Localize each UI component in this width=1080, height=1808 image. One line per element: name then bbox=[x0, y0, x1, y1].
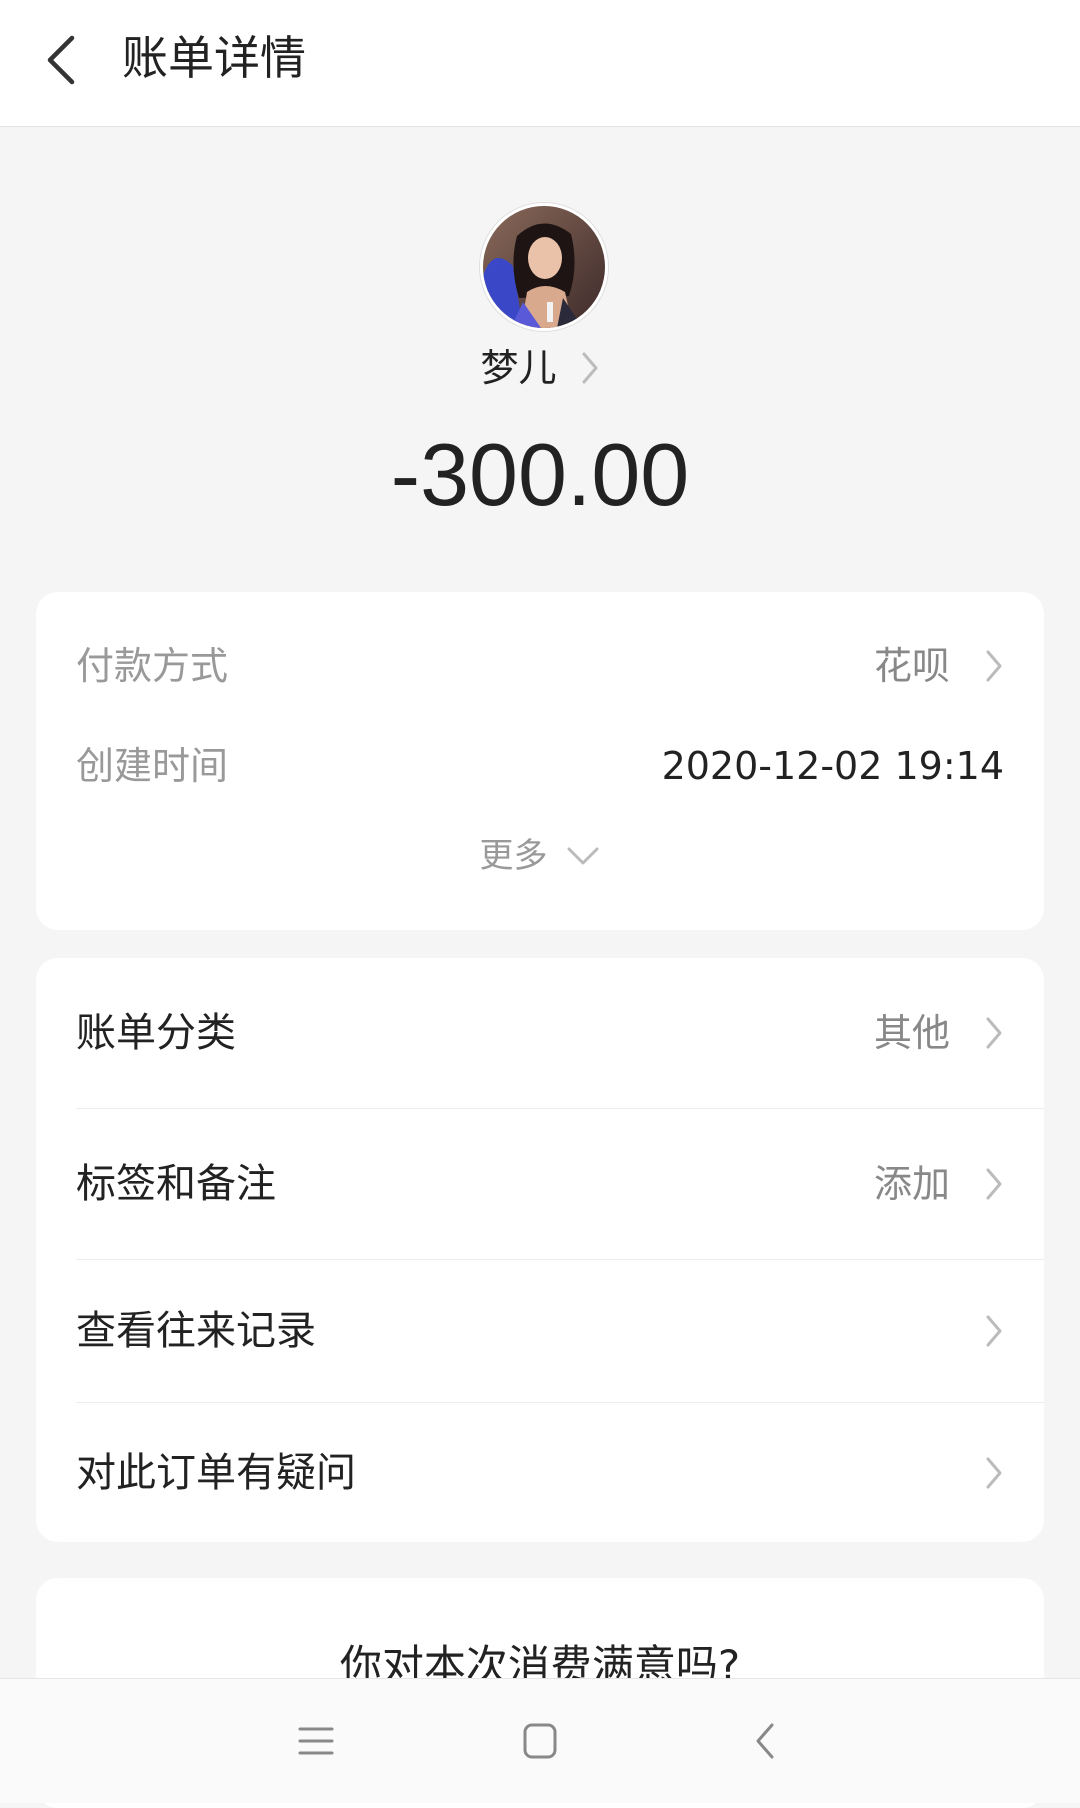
back-button[interactable] bbox=[36, 24, 92, 96]
chevron-left-icon bbox=[47, 35, 75, 85]
back-triangle-icon bbox=[756, 1723, 774, 1759]
list-item-label: 账单分类 bbox=[76, 1010, 236, 1056]
payment-method-label: 付款方式 bbox=[76, 644, 229, 688]
payment-method-value: 花呗 bbox=[873, 644, 950, 688]
created-time-value: 2020-12-02 19:14 bbox=[661, 744, 1004, 788]
chevron-right-icon bbox=[986, 650, 1002, 682]
system-nav-bar bbox=[0, 1678, 1080, 1803]
payment-method-row[interactable]: 付款方式 花呗 bbox=[36, 636, 1044, 696]
bill-amount: -300.00 bbox=[390, 425, 690, 524]
list-item-order-question[interactable]: 对此订单有疑问 bbox=[36, 1403, 1044, 1542]
chevron-down-icon bbox=[567, 847, 599, 865]
chevron-right-icon bbox=[582, 352, 598, 384]
chevron-right-icon bbox=[986, 1315, 1002, 1347]
list-item-label: 对此订单有疑问 bbox=[76, 1450, 356, 1496]
avatar-photo bbox=[483, 206, 605, 328]
more-toggle[interactable]: 更多 bbox=[36, 828, 1044, 884]
payment-details-card: 付款方式 花呗 创建时间 2020-12-02 19:14 更多 bbox=[36, 592, 1044, 930]
recent-apps-button[interactable] bbox=[290, 1715, 342, 1767]
avatar[interactable] bbox=[480, 203, 608, 331]
payee-name: 梦儿 bbox=[480, 346, 557, 390]
payee-name-row[interactable]: 梦儿 bbox=[0, 340, 1080, 396]
top-bar: 账单详情 bbox=[0, 0, 1080, 127]
created-time-label: 创建时间 bbox=[76, 744, 229, 788]
page-title: 账单详情 bbox=[122, 31, 306, 85]
menu-icon bbox=[298, 1727, 334, 1755]
list-item-value: 添加 bbox=[873, 1162, 950, 1206]
created-time-row: 创建时间 2020-12-02 19:14 bbox=[36, 736, 1044, 796]
more-label: 更多 bbox=[479, 836, 548, 876]
list-item-transaction-history[interactable]: 查看往来记录 bbox=[36, 1260, 1044, 1402]
list-item-label: 查看往来记录 bbox=[76, 1308, 316, 1354]
list-item-label: 标签和备注 bbox=[76, 1161, 276, 1207]
chevron-right-icon bbox=[986, 1017, 1002, 1049]
home-square-icon bbox=[523, 1723, 557, 1759]
chevron-right-icon bbox=[986, 1168, 1002, 1200]
home-button[interactable] bbox=[514, 1715, 566, 1767]
actions-card: 账单分类 其他 标签和备注 添加 查看往来记录 对此订单有疑问 bbox=[36, 958, 1044, 1542]
payee-summary: 梦儿 -300.00 bbox=[0, 200, 1080, 530]
system-back-button[interactable] bbox=[740, 1715, 792, 1767]
chevron-right-icon bbox=[986, 1457, 1002, 1489]
list-item-bill-category[interactable]: 账单分类 其他 bbox=[36, 958, 1044, 1108]
list-item-value: 其他 bbox=[873, 1011, 950, 1055]
list-item-tags-notes[interactable]: 标签和备注 添加 bbox=[36, 1109, 1044, 1259]
